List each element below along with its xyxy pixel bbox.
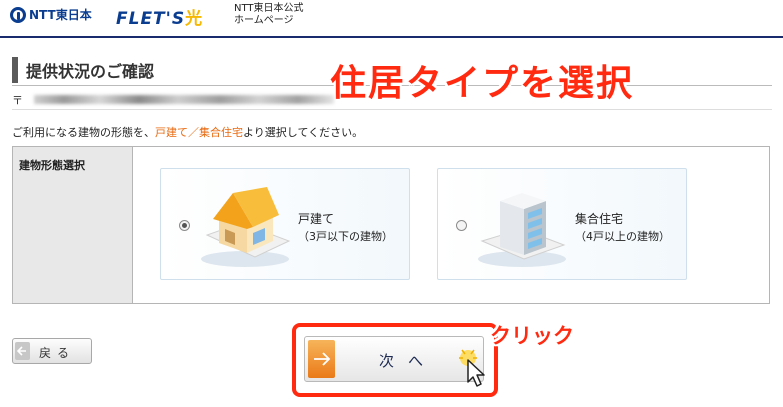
homepage-line2: ホームページ	[234, 15, 294, 26]
header-divider	[0, 36, 783, 38]
site-header: NTT東日本 FLET'S光 NTT東日本公式 ホームページ	[0, 0, 783, 36]
title-accent-bar	[12, 57, 18, 83]
form-row-label: 建物形態選択	[19, 159, 85, 172]
flets-logo-mark: 光	[185, 9, 204, 29]
click-annotation: クリック	[490, 324, 574, 348]
instruction-text: ご利用になる建物の形態を、戸建て／集合住宅より選択してください。	[12, 124, 363, 140]
postal-mark: 〒	[12, 94, 23, 107]
address-divider	[12, 109, 772, 110]
option-detached-house[interactable]: 戸建て （3戸以下の建物）	[160, 168, 410, 280]
homepage-line1: NTT東日本公式	[234, 3, 304, 14]
instruction-before: ご利用になる建物の形態を、	[12, 126, 155, 139]
apartment-building-icon	[478, 193, 566, 267]
page-title: 提供状況のご確認	[12, 56, 332, 84]
back-arrow-icon	[15, 342, 30, 360]
option-apartment-title: 集合住宅	[575, 212, 624, 226]
ntt-logo-text: NTT東日本	[29, 8, 92, 22]
radio-detached-house[interactable]	[179, 220, 190, 231]
blurred-address	[34, 95, 334, 104]
address-row: 〒	[12, 92, 342, 107]
instruction-after: より選択してください。	[243, 126, 364, 139]
ntt-logo-mark-icon	[10, 6, 26, 23]
flets-logo-text: FLET'S	[116, 9, 186, 29]
option-apartment-subtitle: （4戸以上の建物）	[575, 230, 670, 243]
option-house-subtitle: （3戸以下の建物）	[298, 230, 393, 243]
next-arrow-icon	[308, 340, 335, 378]
ntt-east-logo[interactable]: NTT東日本	[10, 6, 92, 23]
option-apartment[interactable]: 集合住宅 （4戸以上の建物）	[437, 168, 687, 280]
option-house-title: 戸建て	[298, 212, 335, 226]
annotation-caption: 住居タイプを選択	[330, 63, 635, 104]
house-icon	[201, 187, 291, 267]
instruction-highlight: 戸建て／集合住宅	[155, 126, 243, 139]
form-row-header: 建物形態選択	[13, 147, 133, 303]
mouse-cursor-icon	[459, 349, 485, 387]
back-button[interactable]: 戻る	[12, 338, 92, 364]
official-homepage-link[interactable]: NTT東日本公式 ホームページ	[234, 3, 304, 27]
back-button-label: 戻る	[39, 346, 76, 360]
page-title-text: 提供状況のご確認	[26, 62, 155, 81]
radio-apartment[interactable]	[456, 220, 467, 231]
flets-logo[interactable]: FLET'S光	[116, 4, 203, 29]
next-button-label: 次へ	[379, 352, 438, 370]
